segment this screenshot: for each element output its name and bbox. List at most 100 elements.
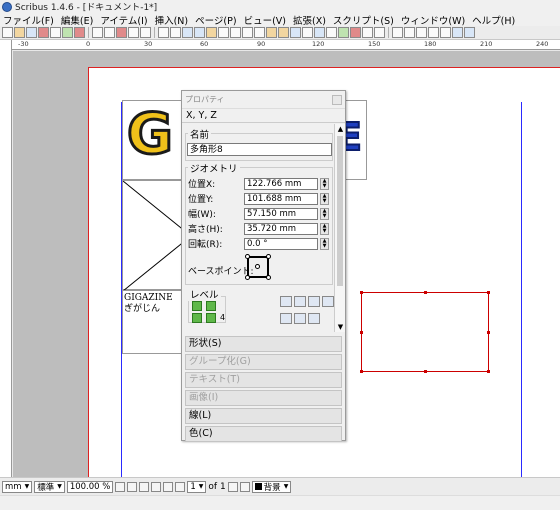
text-frame-tool-icon[interactable] bbox=[170, 27, 181, 38]
properties-palette[interactable]: プロパティ X, Y, Z ▲ ▼ 名前 多角形8 ジオメトリ 位置X: 122… bbox=[181, 90, 346, 442]
resize-handle[interactable] bbox=[424, 291, 427, 294]
unit-select[interactable]: mm ▼ bbox=[2, 480, 33, 493]
basepoint-dot[interactable] bbox=[245, 275, 250, 280]
rotate-tool-icon[interactable] bbox=[290, 27, 301, 38]
close-document-icon[interactable] bbox=[38, 27, 49, 38]
empty-image-frame[interactable] bbox=[122, 180, 191, 291]
print-enabled-icon[interactable] bbox=[280, 313, 292, 324]
menu-edit[interactable]: 編集(E) bbox=[58, 13, 97, 27]
close-icon[interactable] bbox=[332, 94, 342, 105]
color-section-button[interactable]: 色(C) bbox=[185, 426, 342, 442]
flip-horizontal-icon[interactable] bbox=[280, 296, 292, 307]
rotation-input[interactable]: 0.0 ° bbox=[244, 237, 318, 250]
zoom-input[interactable]: 100.00 % bbox=[66, 480, 114, 493]
basepoint-dot[interactable] bbox=[245, 254, 250, 259]
position-x-spinner[interactable]: ▲ ▼ bbox=[320, 177, 329, 190]
pdf-checkbox-icon[interactable] bbox=[416, 27, 427, 38]
zoom-out-icon[interactable] bbox=[127, 481, 138, 492]
text-frame[interactable]: GIGAZINE ぎがじん bbox=[122, 290, 190, 354]
resize-handle[interactable] bbox=[487, 331, 490, 334]
freehand-tool-icon[interactable] bbox=[278, 27, 289, 38]
height-input[interactable]: 35.720 mm bbox=[244, 222, 318, 235]
position-y-input[interactable]: 101.688 mm bbox=[244, 192, 318, 205]
edit-contents-icon[interactable] bbox=[314, 27, 325, 38]
scroll-up-icon[interactable]: ▲ bbox=[336, 124, 345, 134]
resize-handle[interactable] bbox=[360, 291, 363, 294]
pdf-combobox-icon[interactable] bbox=[428, 27, 439, 38]
lock-icon[interactable] bbox=[308, 296, 320, 307]
menu-help[interactable]: ヘルプ(H) bbox=[469, 13, 519, 27]
save-icon[interactable] bbox=[26, 27, 37, 38]
menu-item[interactable]: アイテム(I) bbox=[97, 13, 151, 27]
measure-icon[interactable] bbox=[362, 27, 373, 38]
resize-handle[interactable] bbox=[487, 370, 490, 373]
export-pdf-icon[interactable] bbox=[74, 27, 85, 38]
menu-window[interactable]: ウィンドウ(W) bbox=[398, 13, 469, 27]
zoom-spinner-icon[interactable] bbox=[115, 481, 126, 492]
polygon-tool-icon[interactable] bbox=[230, 27, 241, 38]
copy-icon[interactable] bbox=[128, 27, 139, 38]
zoom-100-icon[interactable] bbox=[139, 481, 150, 492]
link-frames-icon[interactable] bbox=[338, 27, 349, 38]
basepoint-dot[interactable] bbox=[255, 264, 260, 269]
shape-tool-icon[interactable] bbox=[218, 27, 229, 38]
menu-file[interactable]: ファイル(F) bbox=[0, 13, 58, 27]
properties-titlebar[interactable]: プロパティ bbox=[182, 91, 345, 109]
edit-text-icon[interactable] bbox=[326, 27, 337, 38]
basepoint-selector-icon[interactable] bbox=[245, 254, 271, 280]
resize-handle[interactable] bbox=[487, 291, 490, 294]
position-y-spinner[interactable]: ▲ ▼ bbox=[320, 192, 329, 205]
previous-page-icon[interactable] bbox=[175, 481, 186, 492]
resize-handle[interactable] bbox=[424, 370, 427, 373]
selected-rectangle-shape[interactable] bbox=[360, 291, 490, 373]
unlink-frames-icon[interactable] bbox=[350, 27, 361, 38]
text-section-button[interactable]: テキスト(T) bbox=[185, 372, 342, 388]
properties-scrollbar[interactable]: ▲ ▼ bbox=[334, 124, 345, 332]
view-mode-select[interactable]: 標準 ▼ bbox=[34, 480, 65, 493]
first-page-icon[interactable] bbox=[163, 481, 174, 492]
rotation-spinner[interactable]: ▲ ▼ bbox=[320, 237, 329, 250]
page-select[interactable]: 1 ▼ bbox=[187, 480, 207, 493]
resize-handle[interactable] bbox=[360, 370, 363, 373]
link-icon[interactable] bbox=[294, 313, 306, 324]
image-section-button[interactable]: 画像(I) bbox=[185, 390, 342, 406]
menu-insert[interactable]: 挿入(N) bbox=[152, 13, 193, 27]
line-section-button[interactable]: 線(L) bbox=[185, 408, 342, 424]
menu-extras[interactable]: 拡張(X) bbox=[290, 13, 330, 27]
redo-icon[interactable] bbox=[104, 27, 115, 38]
flip-vertical-icon[interactable] bbox=[294, 296, 306, 307]
pdf-link-icon[interactable] bbox=[464, 27, 475, 38]
eyedropper-icon[interactable] bbox=[374, 27, 385, 38]
scroll-down-icon[interactable]: ▼ bbox=[336, 322, 345, 332]
zoom-in-icon[interactable] bbox=[151, 481, 162, 492]
lock-size-icon[interactable] bbox=[322, 296, 334, 307]
bezier-tool-icon[interactable] bbox=[266, 27, 277, 38]
next-page-icon[interactable] bbox=[227, 481, 238, 492]
scale-icon[interactable] bbox=[308, 313, 320, 324]
pdf-listbox-icon[interactable] bbox=[440, 27, 451, 38]
pdf-textfield-icon[interactable] bbox=[404, 27, 415, 38]
print-icon[interactable] bbox=[50, 27, 61, 38]
layer-select[interactable]: 背景 ▼ bbox=[251, 480, 292, 493]
menu-view[interactable]: ビュー(V) bbox=[241, 13, 290, 27]
last-page-icon[interactable] bbox=[239, 481, 250, 492]
menu-script[interactable]: スクリプト(S) bbox=[330, 13, 398, 27]
new-document-icon[interactable] bbox=[2, 27, 13, 38]
position-x-input[interactable]: 122.766 mm bbox=[244, 177, 318, 190]
paste-icon[interactable] bbox=[140, 27, 151, 38]
raise-to-top-icon[interactable] bbox=[192, 301, 202, 311]
render-frame-tool-icon[interactable] bbox=[194, 27, 205, 38]
shape-section-button[interactable]: 形状(S) bbox=[185, 336, 342, 352]
pdf-annotation-icon[interactable] bbox=[452, 27, 463, 38]
basepoint-dot[interactable] bbox=[266, 275, 271, 280]
group-section-button[interactable]: グループ化(G) bbox=[185, 354, 342, 370]
vertical-ruler[interactable] bbox=[0, 40, 12, 477]
xyz-section-header[interactable]: X, Y, Z bbox=[182, 109, 345, 123]
image-frame-tool-icon[interactable] bbox=[182, 27, 193, 38]
width-input[interactable]: 57.150 mm bbox=[244, 207, 318, 220]
pdf-pushbutton-icon[interactable] bbox=[392, 27, 403, 38]
horizontal-ruler[interactable]: -30 0 30 60 90 120 150 180 210 240 bbox=[12, 40, 560, 50]
basepoint-dot[interactable] bbox=[266, 254, 271, 259]
preflight-icon[interactable] bbox=[62, 27, 73, 38]
cut-icon[interactable] bbox=[116, 27, 127, 38]
